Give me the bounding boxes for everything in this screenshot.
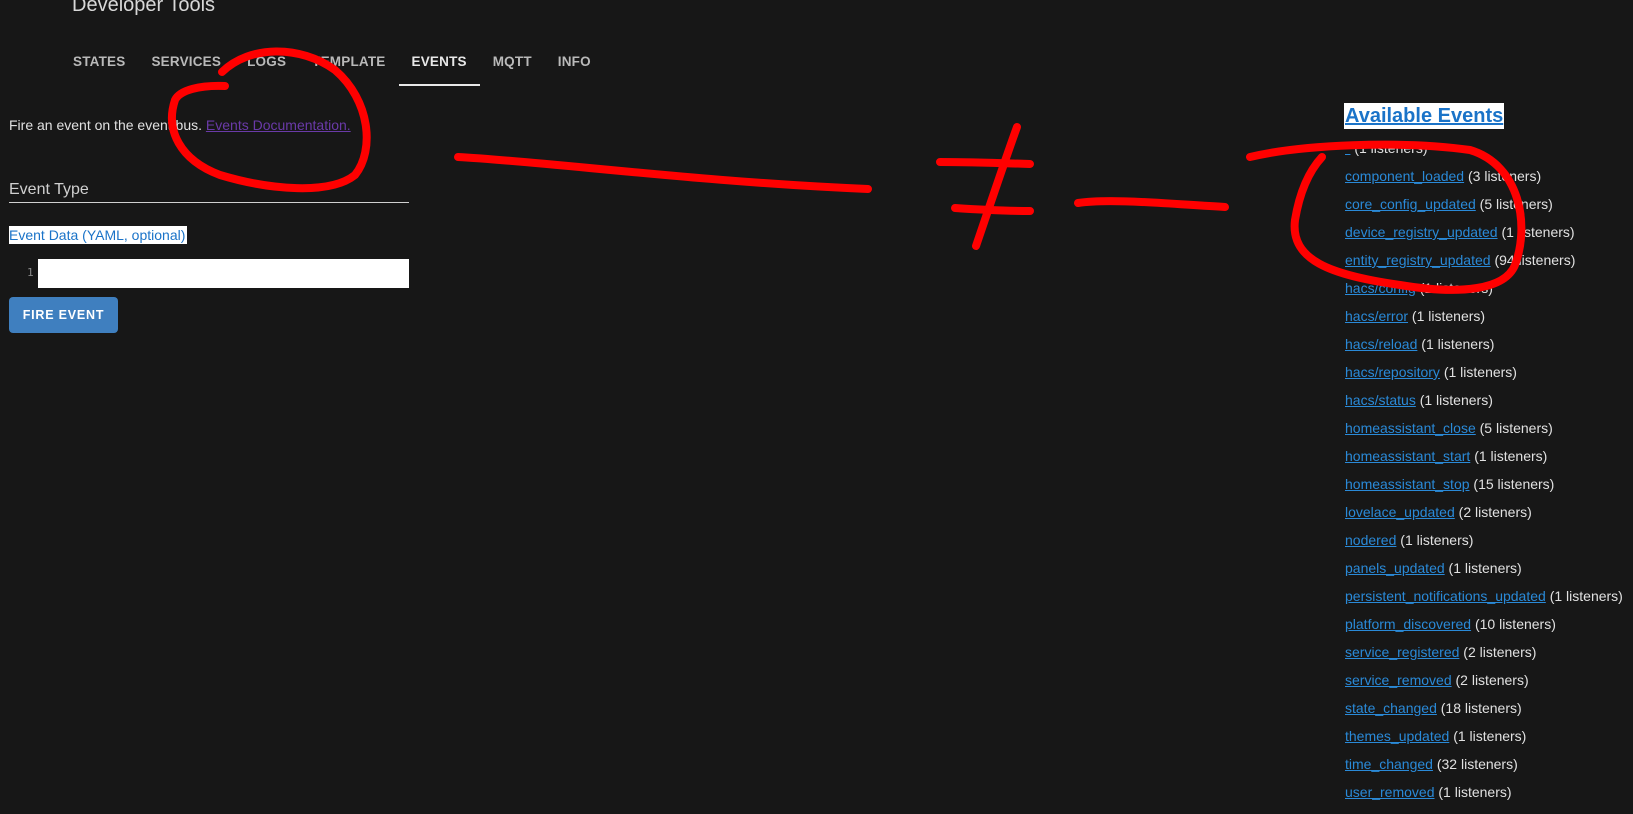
event-link[interactable]: hacs/status [1345, 392, 1416, 408]
event-link[interactable]: core_config_updated [1345, 196, 1476, 212]
list-item: device_registry_updated (1 listeners) [1345, 218, 1623, 246]
annotation-neq-slash [972, 123, 1021, 250]
listener-count: (2 listeners) [1458, 504, 1532, 520]
event-link[interactable]: hacs/config [1345, 280, 1416, 296]
list-item: user_removed (1 listeners) [1345, 778, 1623, 806]
listener-count: (1 listeners) [1400, 532, 1474, 548]
list-item: hacs/repository (1 listeners) [1345, 358, 1623, 386]
list-item: homeassistant_stop (15 listeners) [1345, 470, 1623, 498]
developer-tools-page: Developer Tools STATES SERVICES LOGS TEM… [0, 0, 1633, 814]
listener-count: (1 listeners) [1501, 224, 1575, 240]
tab-mqtt[interactable]: MQTT [480, 42, 545, 86]
annotation-line-right [1074, 197, 1229, 211]
list-item: persistent_notifications_updated (1 list… [1345, 582, 1623, 610]
fire-event-button[interactable]: FIRE EVENT [9, 297, 118, 333]
list-item: hacs/status (1 listeners) [1345, 386, 1623, 414]
listener-count: (1 listeners) [1438, 784, 1512, 800]
list-item: hacs/error (1 listeners) [1345, 302, 1623, 330]
event-data-editor: 1 [9, 259, 409, 288]
event-link[interactable]: hacs/error [1345, 308, 1408, 324]
event-link[interactable]: time_changed [1345, 756, 1433, 772]
event-link[interactable]: nodered [1345, 532, 1396, 548]
event-link[interactable]: service_removed [1345, 672, 1452, 688]
listener-count: (1 listeners) [1448, 560, 1522, 576]
listener-count: (1 listeners) [1421, 336, 1495, 352]
event-link[interactable]: state_changed [1345, 700, 1437, 716]
list-item: panels_updated (1 listeners) [1345, 554, 1623, 582]
annotation-line-left [454, 153, 872, 193]
listener-count: (1 listeners) [1443, 364, 1517, 380]
tab-template[interactable]: TEMPLATE [299, 42, 398, 86]
event-link[interactable]: service_registered [1345, 644, 1459, 660]
list-item: platform_discovered (10 listeners) [1345, 610, 1623, 638]
listener-count: (1 listeners) [1453, 728, 1527, 744]
listener-count: (1 listeners) [1474, 448, 1548, 464]
listener-count: (15 listeners) [1473, 476, 1555, 492]
listener-count: (5 listeners) [1479, 420, 1553, 436]
listener-count: (5 listeners) [1479, 196, 1553, 212]
listener-count: (1 listeners) [1411, 308, 1486, 324]
event-link[interactable]: user_removed [1345, 784, 1435, 800]
listener-count: (18 listeners) [1440, 700, 1522, 716]
event-link[interactable]: panels_updated [1345, 560, 1445, 576]
list-item: hacs/reload (1 listeners) [1345, 330, 1623, 358]
list-item: service_registered (2 listeners) [1345, 638, 1623, 666]
list-item: themes_updated (1 listeners) [1345, 722, 1623, 750]
listener-count: (2 listeners) [1463, 644, 1537, 660]
list-item: homeassistant_close (5 listeners) [1345, 414, 1623, 442]
available-events-list: * (1 listeners) component_loaded (3 list… [1345, 134, 1623, 806]
annotation-neq-bottom [951, 204, 1034, 215]
listener-count: (1 listeners) [1354, 140, 1428, 156]
event-link[interactable]: homeassistant_stop [1345, 476, 1470, 492]
listener-count: (2 listeners) [1455, 672, 1529, 688]
list-item: entity_registry_updated (94 listeners) [1345, 246, 1623, 274]
page-title: Developer Tools [72, 0, 216, 16]
listener-count: (3 listeners) [1468, 168, 1542, 184]
list-item: component_loaded (3 listeners) [1345, 162, 1623, 190]
event-link[interactable]: themes_updated [1345, 728, 1449, 744]
list-item: state_changed (18 listeners) [1345, 694, 1623, 722]
event-type-field[interactable]: Event Type [9, 175, 409, 203]
listener-count: (32 listeners) [1436, 756, 1518, 772]
event-link[interactable]: entity_registry_updated [1345, 252, 1491, 268]
tab-states[interactable]: STATES [60, 42, 138, 86]
list-item: service_removed (2 listeners) [1345, 666, 1623, 694]
list-item: lovelace_updated (2 listeners) [1345, 498, 1623, 526]
list-item: homeassistant_start (1 listeners) [1345, 442, 1623, 470]
event-data-input[interactable] [38, 259, 409, 288]
list-item: nodered (1 listeners) [1345, 526, 1623, 554]
event-link[interactable]: homeassistant_close [1345, 420, 1476, 436]
event-link[interactable]: device_registry_updated [1345, 224, 1498, 240]
listener-count: (1 listeners) [1419, 392, 1493, 408]
intro-text: Fire an event on the event bus. Events D… [9, 117, 351, 133]
tab-bar: STATES SERVICES LOGS TEMPLATE EVENTS MQT… [60, 42, 604, 86]
listener-count: (1 listeners) [1549, 588, 1623, 604]
listener-count: (10 listeners) [1474, 616, 1556, 632]
event-link[interactable]: hacs/reload [1345, 336, 1417, 352]
event-type-label: Event Type [9, 181, 89, 198]
event-link[interactable]: component_loaded [1345, 168, 1464, 184]
available-events-title: Available Events [1344, 103, 1505, 129]
tab-logs[interactable]: LOGS [234, 42, 299, 86]
list-item: * (1 listeners) [1345, 134, 1623, 162]
event-link[interactable]: * [1345, 140, 1350, 156]
events-documentation-link[interactable]: Events Documentation. [206, 117, 351, 133]
tab-info[interactable]: INFO [545, 42, 604, 86]
line-number: 1 [27, 266, 34, 279]
intro-description: Fire an event on the event bus. [9, 117, 203, 133]
event-link[interactable]: homeassistant_start [1345, 448, 1470, 464]
event-link[interactable]: hacs/repository [1345, 364, 1440, 380]
tab-events[interactable]: EVENTS [398, 42, 480, 86]
list-item: hacs/config (1 listeners) [1345, 274, 1623, 302]
event-link[interactable]: lovelace_updated [1345, 504, 1455, 520]
event-data-label: Event Data (YAML, optional) [9, 226, 188, 244]
listener-count: (94 listeners) [1494, 252, 1576, 268]
listener-count: (1 listeners) [1419, 280, 1493, 296]
event-link[interactable]: persistent_notifications_updated [1345, 588, 1546, 604]
annotation-neq-top [936, 158, 1034, 168]
list-item: core_config_updated (5 listeners) [1345, 190, 1623, 218]
list-item: time_changed (32 listeners) [1345, 750, 1623, 778]
tab-services[interactable]: SERVICES [138, 42, 234, 86]
event-link[interactable]: platform_discovered [1345, 616, 1471, 632]
